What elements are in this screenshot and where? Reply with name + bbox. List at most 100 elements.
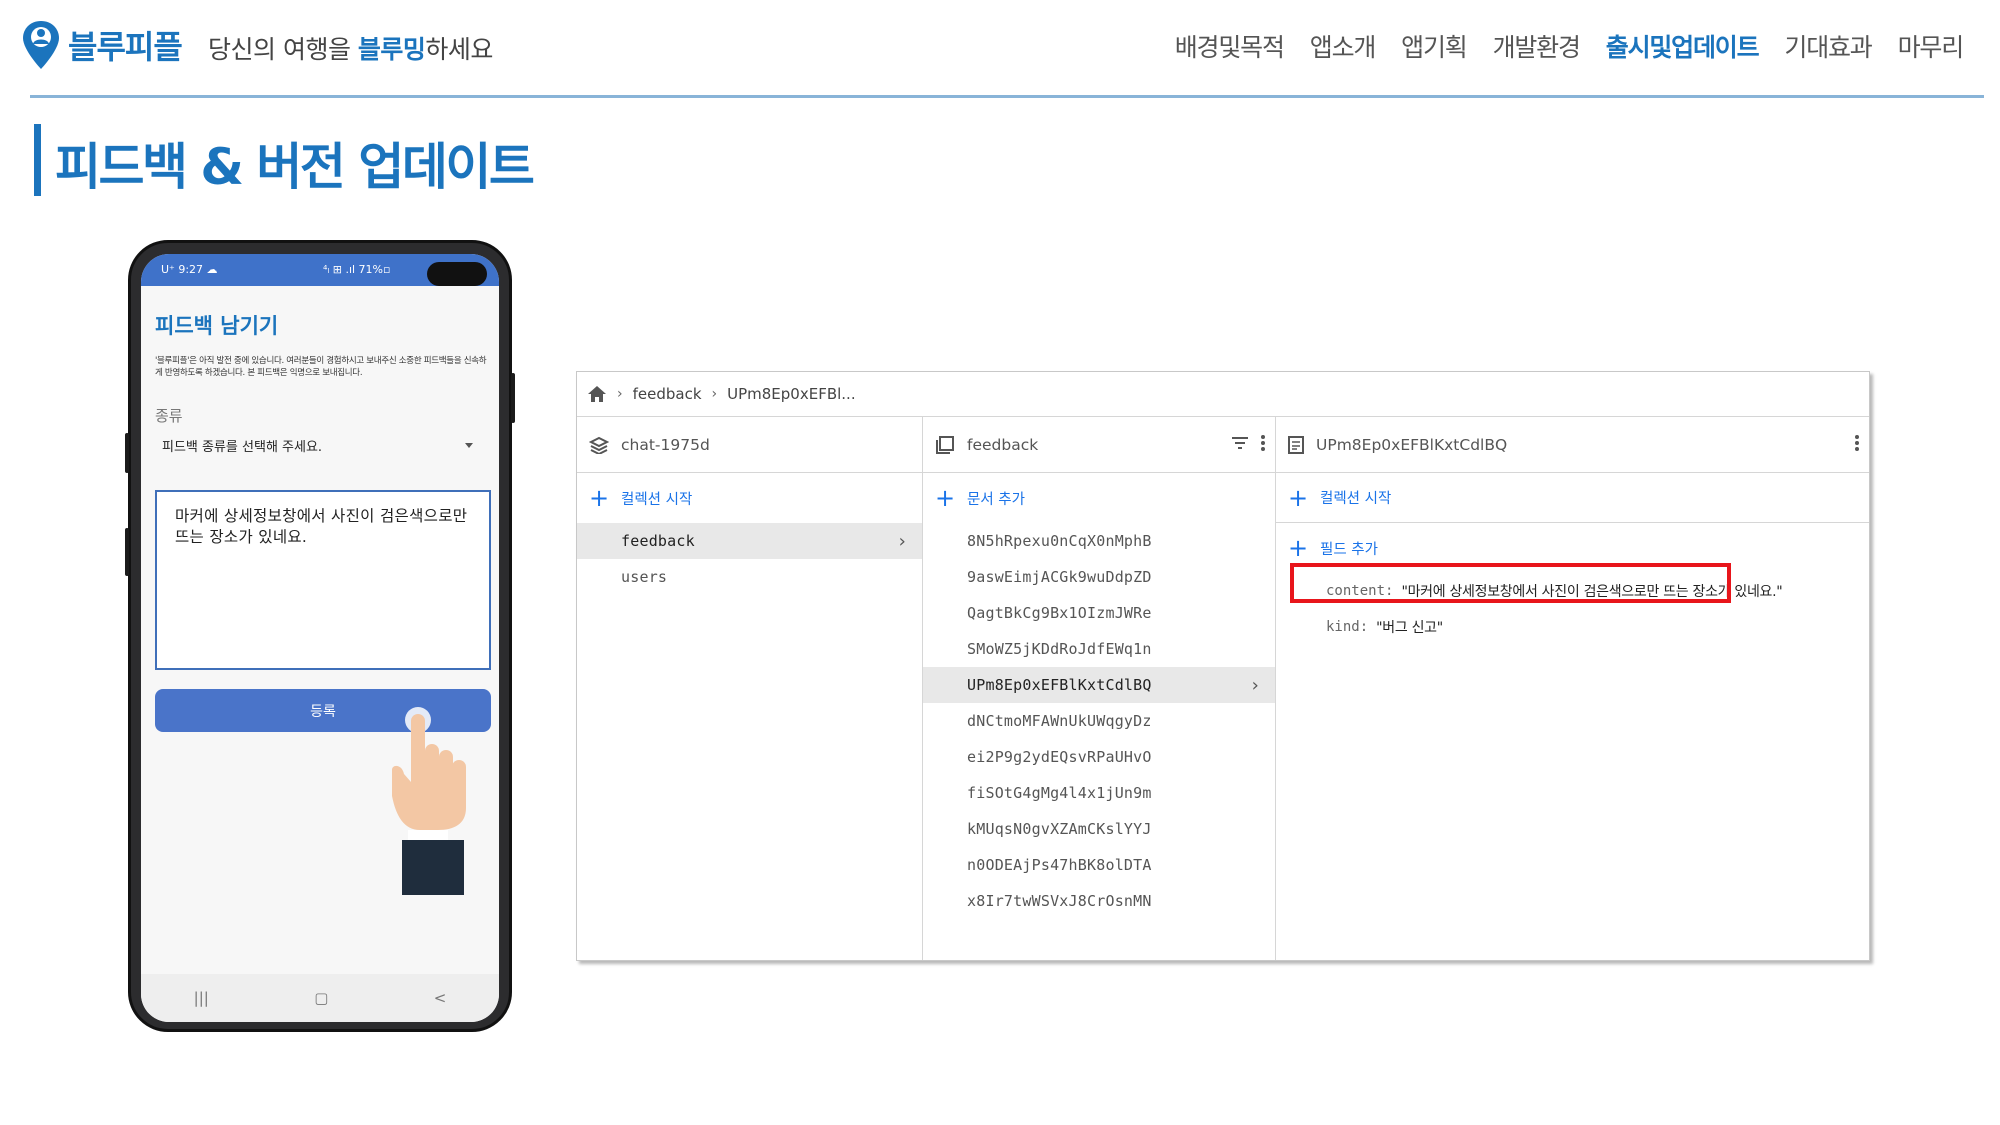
android-nav-bar: ||| ▢ < [141,974,499,1022]
document-item[interactable]: ei2P9g2ydEQsvRPaUHvO [923,739,1275,775]
status-time: U⁺ 9:27 ☁ [161,263,218,276]
collection-column-header: feedback [923,417,1275,473]
document-id: dNCtmoMFAWnUkUWqgyDz [967,712,1152,730]
feedback-description: '블루피플'은 아직 발전 중에 있습니다. 여러분들이 경험하시고 보내주신 … [155,356,487,378]
document-id: UPm8Ep0xEFBlKxtCdlBQ [967,676,1152,694]
document-icon [1288,435,1304,454]
document-item[interactable]: n0ODEAjPs47hBK8olDTA [923,847,1275,883]
document-item-selected[interactable]: UPm8Ep0xEFBlKxtCdlBQ › [923,667,1275,703]
tagline-suffix: 하세요 [425,35,493,64]
feedback-screen-title: 피드백 남기기 [155,314,279,338]
document-item[interactable]: dNCtmoMFAWnUkUWqgyDz [923,703,1275,739]
nav-item-expected-effects[interactable]: 기대효과 [1784,28,1872,64]
collection-name: users [621,568,668,586]
breadcrumb-collection[interactable]: feedback [633,385,702,403]
add-document-label: 문서 추가 [967,491,1025,508]
title-accent-bar [34,124,41,196]
collection-actions [1231,435,1265,451]
home-icon[interactable]: ▢ [314,989,328,1007]
phone-bixby-button [125,528,129,576]
document-item[interactable]: 8N5hRpexu0nCqX0nMphB [923,523,1275,559]
brand-logo[interactable]: 블루피플 [22,20,183,70]
nav-item-app-planning[interactable]: 앱기획 [1401,28,1468,64]
tagline-highlight: 블루밍 [357,35,426,64]
feedback-kind-select[interactable]: 피드백 종류를 선택해 주세요. [155,427,485,463]
document-item[interactable]: 9aswEimjACGk9wuDdpZD [923,559,1275,595]
top-nav: 배경및목적 앱소개 앱기획 개발환경 출시및업데이트 기대효과 마무리 [1175,28,1965,64]
collection-name: feedback [621,532,695,550]
content-highlight-box [1290,563,1731,603]
document-actions [1855,435,1859,451]
recent-apps-icon[interactable]: ||| [194,989,209,1007]
plus-icon: + [1288,483,1309,512]
document-item[interactable]: kMUqsN0gvXZAmCKslYYJ [923,811,1275,847]
document-title: UPm8Ep0xEFBlKxtCdlBQ [1316,435,1508,454]
start-collection-label: 컬렉션 시작 [621,491,693,508]
brand-name: 블루피플 [68,28,183,66]
status-indicators: ⁴ₗ ⊞ .ıl 71%▫ [323,263,391,276]
nav-item-dev-environment[interactable]: 개발환경 [1493,28,1581,64]
document-item[interactable]: fiSOtG4gMg4l4x1jUn9m [923,775,1275,811]
document-id: x8Ir7twWSVxJ8CrOsnMN [967,892,1152,910]
chevron-right-icon: › [898,531,906,552]
plus-icon: + [935,484,956,512]
start-subcollection-button[interactable]: + 컬렉션 시작 [1276,473,1869,523]
page-title: 피드백 & 버전 업데이트 [55,138,535,196]
firestore-console: › feedback › UPm8Ep0xEFBl... chat-1975d … [576,371,1870,961]
location-pin-icon [23,21,59,69]
chevron-right-icon: › [1251,675,1259,696]
phone-mockup: U⁺ 9:27 ☁ ⁴ₗ ⊞ .ıl 71%▫ 피드백 남기기 '블루피플'은 … [125,240,515,1032]
phone-screen: U⁺ 9:27 ☁ ⁴ₗ ⊞ .ıl 71%▫ 피드백 남기기 '블루피플'은 … [141,254,499,1022]
field-row-kind[interactable]: kind: "버그 신고" [1276,609,1869,645]
nav-item-conclusion[interactable]: 마무리 [1898,28,1965,64]
document-id: kMUqsN0gvXZAmCKslYYJ [967,820,1152,838]
nav-item-release-update[interactable]: 출시및업데이트 [1606,28,1760,64]
document-id: n0ODEAjPs47hBK8olDTA [967,856,1152,874]
document-id: fiSOtG4gMg4l4x1jUn9m [967,784,1152,802]
nav-item-background[interactable]: 배경및목적 [1175,28,1285,64]
feedback-text-input[interactable]: 마커에 상세정보창에서 사진이 검은색으로만 뜨는 장소가 있네요. [155,490,491,670]
tapping-hand-icon [392,707,466,895]
breadcrumb-document[interactable]: UPm8Ep0xEFBl... [727,385,855,403]
root-column: chat-1975d + 컬렉션 시작 feedback › users [577,417,923,960]
status-bar: U⁺ 9:27 ☁ ⁴ₗ ⊞ .ıl 71%▫ [141,254,499,286]
document-id: 8N5hRpexu0nCqX0nMphB [967,532,1152,550]
start-subcollection-label: 컬렉션 시작 [1320,491,1392,507]
tagline: 당신의 여행을 블루밍하세요 [208,30,493,66]
dropdown-caret-icon [465,443,473,448]
phone-volume-button [125,433,129,473]
document-id: 9aswEimjACGk9wuDdpZD [967,568,1152,586]
add-document-button[interactable]: + 문서 추가 [923,473,1275,523]
collection-title: feedback [967,435,1039,454]
document-list: 8N5hRpexu0nCqX0nMphB 9aswEimjACGk9wuDdpZ… [923,523,1275,919]
document-id: ei2P9g2ydEQsvRPaUHvO [967,748,1152,766]
more-vert-icon[interactable] [1855,435,1859,451]
home-icon[interactable] [587,385,607,403]
document-item[interactable]: QagtBkCg9Bx1OIzmJWRe [923,595,1275,631]
plus-icon: + [589,484,610,512]
breadcrumb: › feedback › UPm8Ep0xEFBl... [577,372,1869,417]
start-collection-button[interactable]: + 컬렉션 시작 [577,473,922,523]
collection-item-users[interactable]: users [577,559,922,595]
filter-icon[interactable] [1231,436,1249,450]
kind-label: 종류 [155,407,183,425]
document-column: UPm8Ep0xEFBlKxtCdlBQ + 컬렉션 시작 + 필드 추가 co… [1276,417,1869,960]
chevron-right-icon: › [617,386,623,402]
header-divider [30,95,1984,98]
collection-column: feedback + 문서 추가 8N5hRpexu0nCqX0nMphB 9a… [923,417,1276,960]
chevron-right-icon: › [711,386,718,402]
phone-power-button [511,373,515,423]
document-item[interactable]: x8Ir7twWSVxJ8CrOsnMN [923,883,1275,919]
back-icon[interactable]: < [434,989,447,1007]
project-name: chat-1975d [621,435,710,454]
collection-item-feedback[interactable]: feedback › [577,523,922,559]
more-vert-icon[interactable] [1261,435,1265,451]
field-key: kind: [1326,619,1369,635]
document-item[interactable]: SMoWZ5jKDdRoJdfEWq1n [923,631,1275,667]
kind-select-value: 피드백 종류를 선택해 주세요. [162,439,323,455]
nav-item-app-intro[interactable]: 앱소개 [1310,28,1377,64]
collection-icon [936,435,954,454]
root-column-header: chat-1975d [577,417,922,473]
document-id: QagtBkCg9Bx1OIzmJWRe [967,604,1152,622]
plus-icon: + [1288,534,1309,562]
